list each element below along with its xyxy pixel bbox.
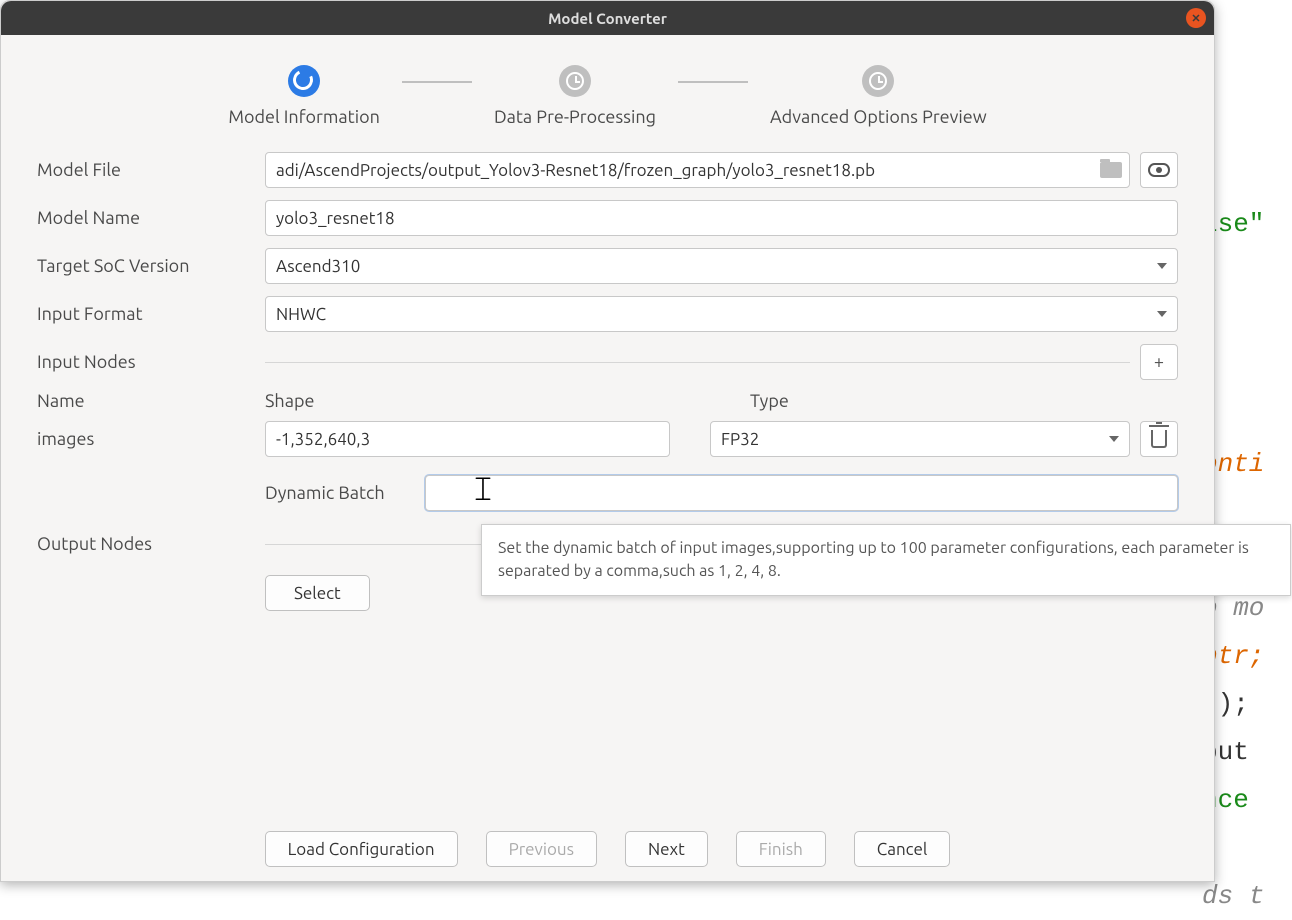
finish-button[interactable]: Finish xyxy=(736,831,826,867)
column-header-shape: Shape xyxy=(265,391,710,411)
wizard-button-bar: Load Configuration Previous Next Finish … xyxy=(1,831,1214,867)
eye-icon xyxy=(1148,163,1170,177)
step-label: Data Pre-Processing xyxy=(494,107,656,127)
close-icon: ✕ xyxy=(1191,12,1200,25)
label-dynamic-batch: Dynamic Batch xyxy=(265,483,425,503)
titlebar: Model Converter ✕ xyxy=(1,1,1214,35)
model-name-input[interactable] xyxy=(265,200,1178,236)
step-connector xyxy=(402,81,472,83)
step-advanced-options-preview[interactable]: Advanced Options Preview xyxy=(770,65,987,127)
chevron-down-icon xyxy=(1109,436,1119,442)
previous-button[interactable]: Previous xyxy=(486,831,597,867)
input-node-name: images xyxy=(37,429,265,449)
step-label: Advanced Options Preview xyxy=(770,107,987,127)
check-icon xyxy=(288,65,320,97)
model-converter-dialog: Model Converter ✕ Model Information Data… xyxy=(0,0,1215,882)
window-title: Model Converter xyxy=(548,10,667,27)
label-output-nodes: Output Nodes xyxy=(37,534,265,554)
target-soc-select[interactable]: Ascend310 xyxy=(265,248,1178,284)
close-button[interactable]: ✕ xyxy=(1186,8,1206,28)
view-model-button[interactable] xyxy=(1140,152,1178,188)
select-output-nodes-button[interactable]: Select xyxy=(265,575,370,611)
chevron-down-icon xyxy=(1157,311,1167,317)
label-target-soc: Target SoC Version xyxy=(37,256,265,276)
select-value: Ascend310 xyxy=(276,257,360,276)
model-file-input[interactable] xyxy=(265,152,1130,188)
step-data-preprocessing[interactable]: Data Pre-Processing xyxy=(494,65,656,127)
select-value: FP32 xyxy=(721,430,759,449)
cancel-button[interactable]: Cancel xyxy=(854,831,951,867)
type-select[interactable]: FP32 xyxy=(710,421,1130,457)
step-label: Model Information xyxy=(228,107,380,127)
wizard-stepper: Model Information Data Pre-Processing Ad… xyxy=(1,35,1214,151)
delete-input-node-button[interactable] xyxy=(1140,421,1178,457)
step-connector xyxy=(678,81,748,83)
shape-input[interactable] xyxy=(265,421,670,457)
label-model-name: Model Name xyxy=(37,208,265,228)
add-input-node-button[interactable]: + xyxy=(1140,344,1178,380)
folder-icon[interactable] xyxy=(1100,162,1122,178)
load-configuration-button[interactable]: Load Configuration xyxy=(265,831,458,867)
dynamic-batch-tooltip: Set the dynamic batch of input images,su… xyxy=(481,524,1291,596)
step-model-information[interactable]: Model Information xyxy=(228,65,380,127)
next-button[interactable]: Next xyxy=(625,831,708,867)
clock-icon xyxy=(559,65,591,97)
dynamic-batch-input[interactable] xyxy=(425,475,1178,511)
clock-icon xyxy=(862,65,894,97)
input-format-select[interactable]: NHWC xyxy=(265,296,1178,332)
column-header-name: Name xyxy=(37,391,265,411)
plus-icon: + xyxy=(1154,352,1164,372)
trash-icon xyxy=(1151,430,1167,448)
label-model-file: Model File xyxy=(37,160,265,180)
chevron-down-icon xyxy=(1157,263,1167,269)
section-divider xyxy=(265,362,1130,363)
label-input-format: Input Format xyxy=(37,304,265,324)
label-input-nodes: Input Nodes xyxy=(37,352,265,372)
column-header-type: Type xyxy=(710,391,1178,411)
select-value: NHWC xyxy=(276,305,326,324)
